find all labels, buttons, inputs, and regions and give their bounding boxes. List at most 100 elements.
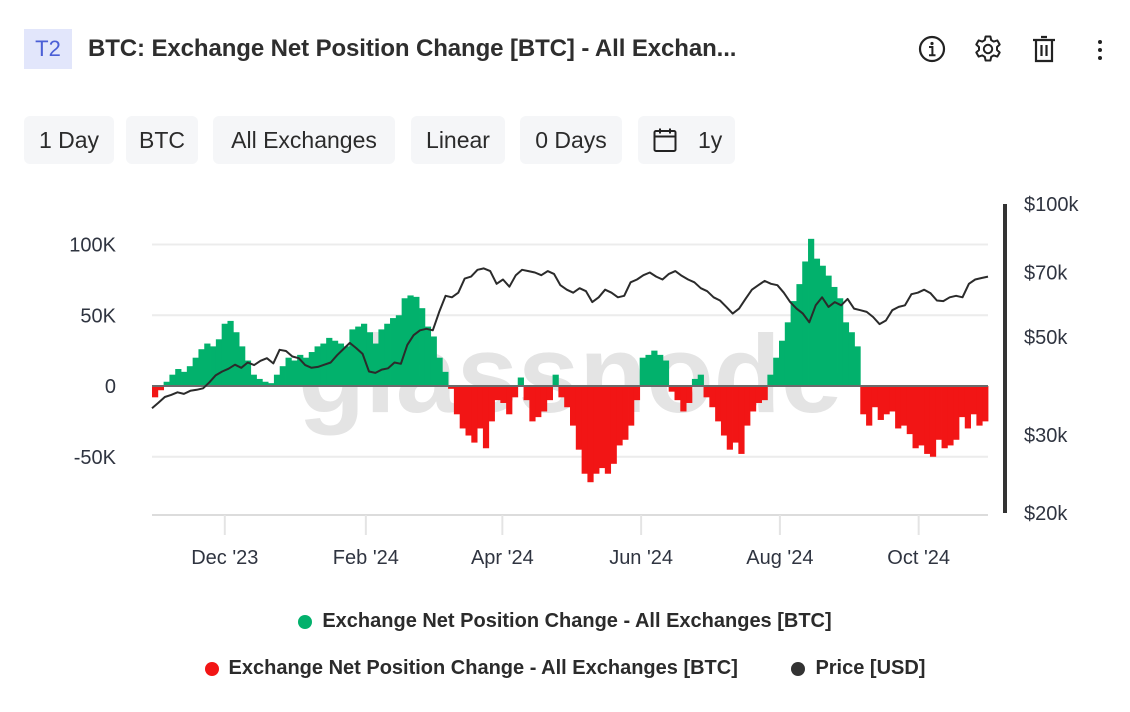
bar-outflow — [755, 386, 762, 403]
bar-outflow — [616, 386, 623, 446]
bar-inflow — [256, 378, 263, 386]
bar-outflow — [982, 386, 989, 422]
bar-outflow — [546, 386, 553, 401]
bar-outflow — [604, 386, 612, 474]
bar-outflow — [970, 386, 977, 415]
bar-outflow — [523, 386, 530, 401]
bar-outflow — [558, 386, 565, 398]
bar-inflow — [842, 322, 850, 386]
bar-inflow — [825, 275, 832, 386]
bar-outflow — [506, 386, 513, 415]
bar-outflow — [459, 386, 466, 429]
bar-inflow — [430, 336, 437, 386]
bar-outflow — [738, 386, 745, 454]
bar-outflow — [529, 386, 536, 422]
bar-inflow — [273, 374, 281, 386]
right-tick-label: $30k — [1024, 425, 1068, 447]
bar-inflow — [366, 332, 374, 386]
bar-inflow — [390, 318, 397, 386]
bar-inflow — [250, 374, 257, 386]
bar-inflow — [837, 298, 844, 386]
bar-inflow — [343, 346, 350, 386]
bar-outflow — [935, 386, 942, 440]
left-axis: 100K 50K 0 -50K — [69, 235, 116, 469]
chart-canvas: glassnode 100K50K0-50K $100k$70k$50k$30k… — [69, 194, 1079, 569]
right-axis: $100k $70k $50k $30k $20k — [1003, 194, 1079, 525]
bar-outflow — [494, 386, 501, 401]
bar-inflow — [401, 298, 408, 386]
left-tick-label: 100K — [69, 235, 116, 257]
bar-inflow — [802, 261, 809, 386]
bar-outflow — [889, 386, 896, 412]
x-tick-label: Feb '24 — [333, 547, 399, 569]
bar-inflow — [790, 301, 797, 386]
bar-inflow — [552, 374, 559, 386]
bar-outflow — [929, 386, 937, 457]
bar-inflow — [395, 315, 403, 386]
bar-outflow — [918, 386, 925, 446]
bar-outflow — [877, 386, 884, 420]
bar-outflow — [860, 386, 867, 415]
bar-inflow — [419, 308, 426, 386]
bar-inflow — [697, 374, 704, 386]
bar-inflow — [355, 326, 362, 386]
bar-inflow — [517, 377, 524, 386]
bar-inflow — [691, 378, 699, 386]
bar-inflow — [848, 332, 855, 386]
legend-item-price[interactable]: Price [USD] — [791, 657, 925, 680]
bar-outflow — [628, 386, 635, 426]
legend-row-2: Exchange Net Position Change - All Excha… — [0, 657, 1130, 682]
bar-outflow — [453, 386, 461, 415]
bar-outflow — [924, 386, 931, 454]
legend-dot-red — [204, 661, 219, 676]
bar-outflow — [883, 386, 890, 415]
bar-outflow — [570, 386, 577, 426]
bar-outflow — [633, 386, 641, 401]
bar-inflow — [175, 369, 182, 386]
bar-inflow — [413, 296, 420, 386]
bar-inflow — [784, 322, 792, 386]
bar-outflow — [599, 386, 606, 469]
bar-inflow — [767, 374, 774, 386]
bar-inflow — [186, 366, 194, 386]
bar-outflow — [535, 386, 542, 418]
bar-inflow — [424, 326, 432, 386]
x-tick-label: Oct '24 — [887, 547, 950, 569]
bar-inflow — [779, 340, 786, 386]
legend-item-inflow[interactable]: Exchange Net Position Change - All Excha… — [298, 610, 832, 633]
bar-outflow — [511, 386, 519, 398]
bar-outflow — [564, 386, 571, 408]
bar-inflow — [291, 360, 298, 386]
bar-outflow — [622, 386, 629, 440]
bar-outflow — [941, 386, 948, 449]
legend-row-1: Exchange Net Position Change - All Excha… — [0, 610, 1130, 635]
bar-outflow — [575, 386, 583, 450]
left-tick-label: -50K — [74, 447, 117, 469]
bar-outflow — [680, 386, 687, 412]
bar-inflow — [221, 323, 228, 386]
bar-outflow — [540, 386, 548, 412]
x-tick-label: Aug '24 — [746, 547, 813, 569]
bar-outflow — [674, 386, 681, 401]
bar-outflow — [482, 386, 490, 449]
bar-inflow — [285, 357, 292, 386]
bar-inflow — [378, 329, 385, 386]
bar-outflow — [488, 386, 495, 422]
bar-outflow — [500, 386, 507, 403]
right-tick-label: $100k — [1024, 194, 1079, 216]
legend-dot-green — [298, 614, 313, 629]
left-tick-label: 50K — [80, 305, 116, 327]
bar-outflow — [726, 386, 733, 450]
bar-outflow — [709, 386, 716, 408]
x-tick-label: Dec '23 — [191, 547, 258, 569]
bar-outflow — [465, 386, 472, 436]
bar-inflow — [813, 258, 821, 386]
legend-label: Exchange Net Position Change - All Excha… — [322, 610, 832, 632]
bar-outflow — [906, 386, 913, 435]
bar-inflow — [773, 357, 780, 386]
legend-item-outflow[interactable]: Exchange Net Position Change - All Excha… — [204, 657, 738, 680]
bar-inflow — [645, 354, 652, 386]
bar-outflow — [732, 386, 739, 443]
bar-outflow — [895, 386, 902, 429]
bar-outflow — [976, 386, 983, 426]
